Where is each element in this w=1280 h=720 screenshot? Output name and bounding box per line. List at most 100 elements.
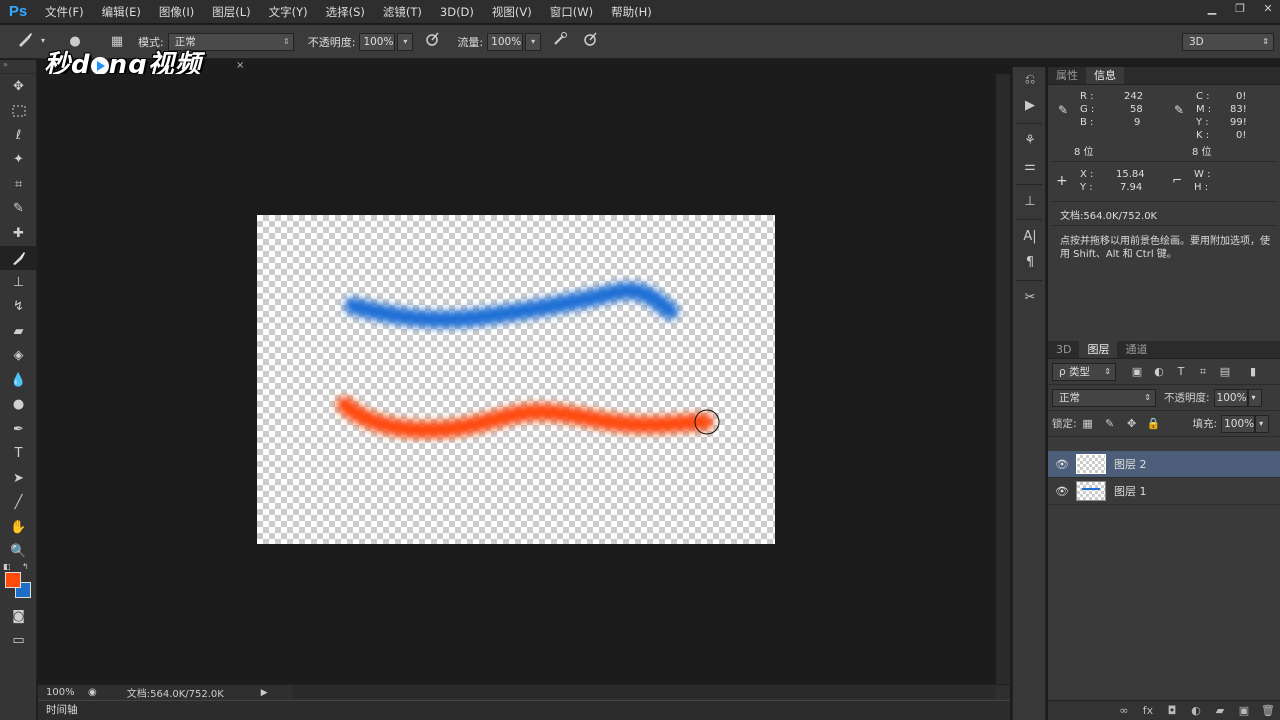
delete-layer-icon[interactable]: 🗑 — [1256, 704, 1280, 717]
type-tool-icon[interactable]: T — [0, 442, 37, 467]
tab-properties[interactable]: 属性 — [1048, 67, 1086, 84]
toolbox-collapse-icon[interactable]: » — [0, 60, 36, 74]
path-selection-tool-icon[interactable]: ➤ — [0, 466, 37, 491]
magic-wand-tool-icon[interactable]: ✦ — [0, 148, 37, 173]
lock-all-icon[interactable]: 🔒 — [1143, 417, 1165, 430]
pressure-size-icon[interactable] — [579, 31, 601, 53]
lasso-tool-icon[interactable]: ℓ — [0, 123, 37, 148]
crop-tool-icon[interactable]: ⌗ — [0, 172, 37, 197]
character-panel-icon[interactable]: A| — [1013, 224, 1047, 250]
tab-layers[interactable]: 图层 — [1079, 341, 1118, 358]
menu-edit[interactable]: 编辑(E) — [93, 0, 150, 24]
tool-presets-icon[interactable]: ✂ — [1013, 285, 1047, 311]
tab-3d[interactable]: 3D — [1048, 341, 1079, 358]
adjustment-layer-icon[interactable]: ◐ — [1184, 704, 1208, 717]
canvas[interactable] — [257, 215, 775, 544]
filter-type-icon[interactable]: T — [1170, 365, 1192, 378]
opacity-dropdown[interactable]: ▾ — [397, 32, 414, 51]
vertical-scrollbar[interactable] — [996, 74, 1010, 700]
menu-type[interactable]: 文字(Y) — [260, 0, 317, 24]
add-mask-icon[interactable]: ◘ — [1160, 704, 1184, 717]
clone-stamp-tool-icon[interactable]: ⊥ — [0, 270, 37, 295]
default-colors-icon[interactable]: ◧ — [3, 562, 11, 571]
menu-image[interactable]: 图像(I) — [150, 0, 203, 24]
visibility-eye-icon[interactable]: 👁 — [1048, 485, 1076, 498]
healing-brush-tool-icon[interactable]: ✚ — [0, 221, 37, 246]
fill-label: 填充: — [1192, 418, 1218, 430]
opacity-input[interactable]: 100% — [359, 32, 396, 51]
filter-adjustment-icon[interactable]: ◐ — [1148, 365, 1170, 378]
filter-smart-object-icon[interactable]: ▤ — [1214, 365, 1236, 378]
actions-panel-icon[interactable]: ▶ — [1013, 93, 1047, 119]
marquee-tool-icon[interactable] — [0, 99, 37, 124]
foreground-color-swatch[interactable] — [5, 572, 21, 588]
clone-source-icon[interactable]: ⊥ — [1013, 189, 1047, 215]
layer-opacity-input[interactable]: 100% — [1213, 388, 1248, 407]
menu-file[interactable]: 文件(F) — [36, 0, 93, 24]
new-group-icon[interactable]: ▰ — [1208, 704, 1232, 717]
pressure-opacity-icon[interactable] — [421, 31, 443, 53]
restore-button[interactable]: ❐ — [1228, 0, 1252, 18]
fill-dropdown[interactable]: ▾ — [1255, 414, 1270, 433]
new-layer-icon[interactable]: ▣ — [1232, 704, 1256, 717]
airbrush-icon[interactable] — [549, 31, 571, 53]
minimize-button[interactable]: ▁ — [1200, 0, 1224, 18]
flow-input[interactable]: 100% — [487, 32, 524, 51]
document-tab-close-icon[interactable]: × — [236, 60, 244, 71]
move-tool-icon[interactable]: ✥ — [0, 74, 37, 99]
chevron-updown-icon: ⇕ — [1262, 37, 1269, 46]
tab-channels[interactable]: 通道 — [1117, 341, 1155, 358]
brush-preset-icon[interactable] — [14, 31, 36, 53]
filter-toggle-icon[interactable]: ▮ — [1242, 365, 1264, 378]
menu-layer[interactable]: 图层(L) — [203, 0, 259, 24]
pen-tool-icon[interactable]: ✒ — [0, 417, 37, 442]
menu-help[interactable]: 帮助(H) — [602, 0, 661, 24]
bit-depth-left: 8 位 — [1074, 147, 1094, 158]
fill-input[interactable]: 100% — [1221, 414, 1256, 433]
blend-mode-select[interactable]: 正常 ⇕ — [1052, 388, 1156, 407]
zoom-tool-icon[interactable]: 🔍 — [0, 540, 37, 565]
link-layers-icon[interactable]: ∞ — [1112, 704, 1136, 717]
timeline-panel-tab[interactable]: 时间轴 — [38, 700, 1010, 720]
layer-style-icon[interactable]: fx — [1136, 704, 1160, 717]
screen-mode-icon[interactable]: ▭ — [0, 629, 37, 654]
status-menu-arrow-icon[interactable]: ▶ — [261, 688, 268, 698]
layer-opacity-dropdown[interactable]: ▾ — [1247, 388, 1262, 407]
layer-row[interactable]: 👁 图层 2 — [1048, 451, 1280, 478]
close-button[interactable]: ✕ — [1256, 0, 1280, 18]
menu-select[interactable]: 选择(S) — [317, 0, 374, 24]
layer-filter-select[interactable]: ρ 类型 ⇕ — [1052, 362, 1116, 381]
menu-window[interactable]: 窗口(W) — [541, 0, 602, 24]
horizontal-scrollbar[interactable] — [292, 686, 996, 698]
lock-transparent-icon[interactable]: ▦ — [1077, 417, 1099, 430]
paragraph-panel-icon[interactable]: ¶ — [1013, 250, 1047, 276]
paint-bucket-tool-icon[interactable]: ◈ — [0, 344, 37, 369]
filter-pixel-icon[interactable]: ▣ — [1126, 365, 1148, 378]
brush-tool-icon[interactable] — [0, 245, 37, 270]
brush-presets-icon[interactable]: ⚌ — [1013, 154, 1047, 180]
visibility-eye-icon[interactable]: 👁 — [1048, 458, 1076, 471]
history-panel-icon[interactable]: ⎌ — [1013, 67, 1047, 93]
menu-view[interactable]: 视图(V) — [483, 0, 541, 24]
swap-colors-icon[interactable]: ↰ — [22, 562, 29, 571]
blur-tool-icon[interactable]: 💧 — [0, 368, 37, 393]
dodge-tool-icon[interactable]: ● — [0, 393, 37, 418]
line-tool-icon[interactable]: ╱ — [0, 491, 37, 516]
menu-filter[interactable]: 滤镜(T) — [374, 0, 431, 24]
quick-mask-icon[interactable]: ◙ — [0, 604, 37, 629]
layer-row[interactable]: 👁 图层 1 — [1048, 478, 1280, 505]
zoom-level[interactable]: 100% — [46, 687, 82, 698]
workspace-select[interactable]: 3D ⇕ — [1182, 33, 1274, 51]
eraser-tool-icon[interactable]: ▰ — [0, 319, 37, 344]
lock-pixels-icon[interactable]: ✎ — [1099, 417, 1121, 430]
tab-info[interactable]: 信息 — [1086, 67, 1124, 84]
brush-panel-icon[interactable]: ⚘ — [1013, 128, 1047, 154]
menu-3d[interactable]: 3D(D) — [431, 0, 483, 24]
history-brush-tool-icon[interactable]: ↯ — [0, 295, 37, 320]
status-info-icon[interactable]: ◉ — [88, 687, 97, 698]
eyedropper-tool-icon[interactable]: ✎ — [0, 197, 37, 222]
hand-tool-icon[interactable]: ✋ — [0, 515, 37, 540]
filter-shape-icon[interactable]: ⌗ — [1192, 365, 1214, 379]
flow-dropdown[interactable]: ▾ — [525, 32, 542, 51]
lock-position-icon[interactable]: ✥ — [1121, 417, 1143, 430]
